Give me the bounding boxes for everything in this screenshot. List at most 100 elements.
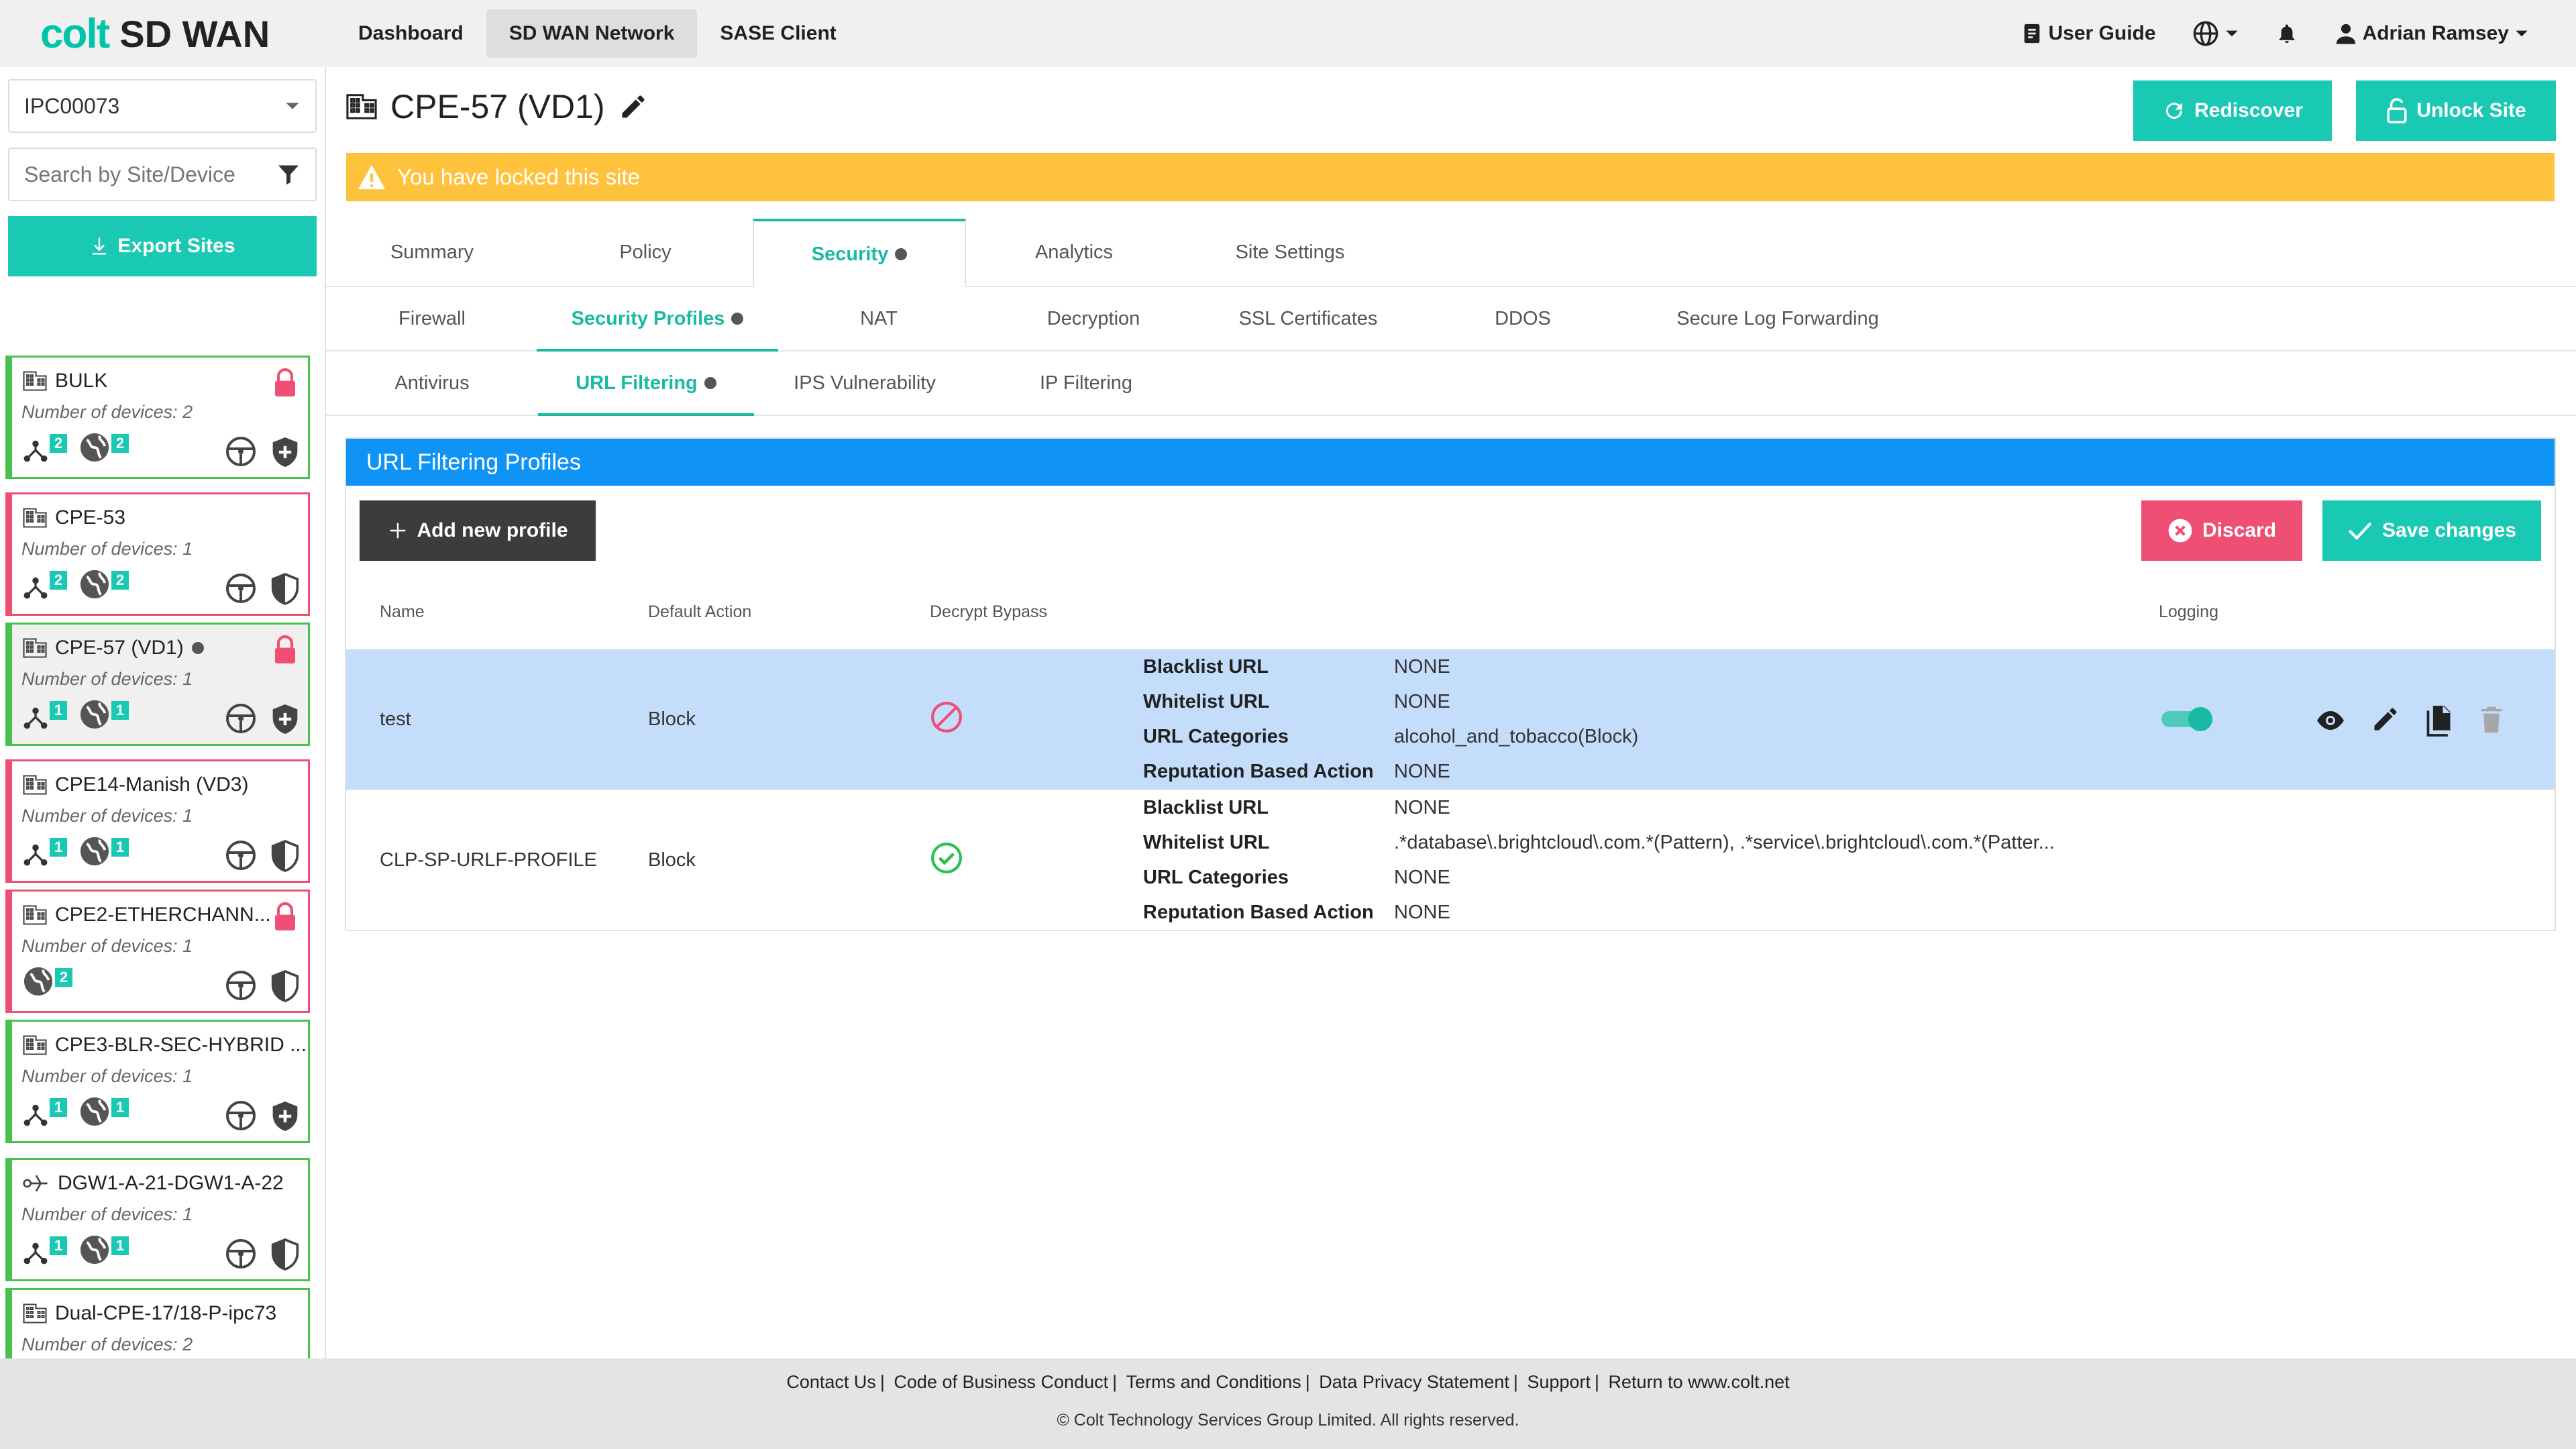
- site-card[interactable]: Dual-CPE-17/18-P-ipc73 Number of devices…: [5, 1288, 310, 1358]
- building-icon: [23, 775, 47, 795]
- nav-sd-wan-network[interactable]: SD WAN Network: [486, 9, 698, 58]
- gateway-icon: [23, 1175, 48, 1192]
- shield-plus-icon: [272, 1102, 298, 1131]
- table-row[interactable]: test Block Blacklist URL NONE Whitelist …: [346, 649, 2555, 790]
- site-status-icons: [225, 435, 300, 469]
- pencil-icon[interactable]: [2371, 704, 2400, 734]
- topology-stat: 1: [23, 1098, 67, 1132]
- building-icon: [23, 508, 47, 528]
- footer-link-conduct[interactable]: Code of Business Conduct: [890, 1372, 1112, 1392]
- customer-select[interactable]: IPC00073: [8, 79, 317, 133]
- categories-value: alcohol_and_tobacco(Block): [1394, 726, 1639, 747]
- tab-firewall[interactable]: Firewall: [326, 287, 538, 350]
- footer-link-support[interactable]: Support: [1523, 1372, 1595, 1392]
- site-card[interactable]: DGW1-A-21-DGW1-A-22 Number of devices: 1…: [5, 1158, 310, 1281]
- user-menu[interactable]: Adrian Ramsey: [2334, 22, 2529, 45]
- site-card[interactable]: BULK Number of devices: 2 2 2: [5, 356, 310, 479]
- footer-link-terms[interactable]: Terms and Conditions: [1122, 1372, 1305, 1392]
- tab-ddos[interactable]: DDOS: [1409, 287, 1637, 350]
- tab-security-profiles[interactable]: Security Profiles: [537, 287, 778, 352]
- discard-button[interactable]: Discard: [2141, 500, 2302, 561]
- tab-url-filtering[interactable]: URL Filtering: [538, 352, 754, 416]
- site-name-row: CPE14-Manish (VD3): [23, 773, 248, 796]
- globe-icon: [2193, 21, 2218, 46]
- site-stats: 1 1: [23, 699, 129, 735]
- tab-nat[interactable]: NAT: [778, 287, 979, 350]
- refresh-icon: [2166, 103, 2183, 119]
- add-profile-button[interactable]: Add new profile: [360, 500, 596, 561]
- caret-down-icon: [2516, 30, 2528, 37]
- check-icon: [2348, 522, 2372, 541]
- tab-ip-filtering[interactable]: IP Filtering: [975, 352, 1197, 415]
- column-header-decrypt-bypass[interactable]: Decrypt Bypass: [930, 602, 1047, 622]
- footer-link-colt[interactable]: Return to www.colt.net: [1605, 1372, 1794, 1392]
- internet-count-badge: 2: [111, 434, 129, 453]
- tab-antivirus[interactable]: Antivirus: [326, 352, 538, 415]
- user-guide-label: User Guide: [2048, 22, 2156, 44]
- unlock-site-button[interactable]: Unlock Site: [2356, 80, 2556, 141]
- tab-analytics[interactable]: Analytics: [966, 219, 1182, 286]
- internet-stat: 1: [79, 1096, 129, 1132]
- tab-policy[interactable]: Policy: [538, 219, 753, 286]
- profile-name: test: [380, 708, 411, 730]
- footer-link-privacy[interactable]: Data Privacy Statement: [1315, 1372, 1513, 1392]
- globe-icon: [80, 1235, 109, 1265]
- globe-icon: [80, 1097, 109, 1126]
- internet-count-badge: 2: [111, 571, 129, 590]
- tab-decryption[interactable]: Decryption: [979, 287, 1208, 350]
- modified-dot: [731, 313, 744, 325]
- tab-security[interactable]: Security: [753, 219, 966, 287]
- rediscover-button[interactable]: Rediscover: [2133, 80, 2332, 141]
- save-changes-button[interactable]: Save changes: [2322, 500, 2541, 561]
- tab-ssl-certificates[interactable]: SSL Certificates: [1208, 287, 1409, 350]
- site-search-input[interactable]: [24, 162, 266, 187]
- internet-count-badge: 2: [55, 968, 72, 987]
- column-header-default-action[interactable]: Default Action: [648, 602, 751, 622]
- site-status-icons: [225, 969, 300, 1003]
- tab-ips-vulnerability[interactable]: IPS Vulnerability: [754, 352, 975, 415]
- device-count: Number of devices: 1: [21, 1066, 193, 1086]
- site-sidebar: IPC00073 Export Sites BULK Number of dev…: [0, 67, 326, 1358]
- tab-summary[interactable]: Summary: [326, 219, 538, 286]
- column-header-logging[interactable]: Logging: [2159, 602, 2218, 622]
- table-row[interactable]: CLP-SP-URLF-PROFILE Block Blacklist URL …: [346, 790, 2555, 931]
- eye-icon[interactable]: [2314, 704, 2347, 737]
- site-title: CPE-57 (VD1): [390, 88, 605, 125]
- device-count: Number of devices: 2: [21, 1334, 193, 1354]
- row-actions: [2314, 704, 2505, 737]
- topology-icon: [23, 440, 48, 462]
- site-card[interactable]: CPE2-ETHERCHANN... Number of devices: 1 …: [5, 890, 310, 1013]
- language-selector[interactable]: [2192, 20, 2239, 47]
- notifications-button[interactable]: [2275, 20, 2298, 47]
- logging-toggle[interactable]: [2161, 707, 2212, 731]
- column-header-name[interactable]: Name: [380, 602, 425, 622]
- footer-link-contact[interactable]: Contact Us: [782, 1372, 880, 1392]
- site-card[interactable]: CPE-53 Number of devices: 1 2 2: [5, 492, 310, 616]
- nav-dashboard[interactable]: Dashboard: [335, 0, 486, 67]
- shield-half-icon: [271, 573, 299, 605]
- detail-key: Whitelist URL: [1143, 832, 1270, 853]
- topology-count-badge: 1: [50, 1098, 67, 1117]
- pencil-icon[interactable]: [619, 92, 648, 121]
- tab-secure-log-forwarding[interactable]: Secure Log Forwarding: [1637, 287, 1919, 350]
- user-guide-link[interactable]: User Guide: [2021, 21, 2156, 46]
- export-sites-button[interactable]: Export Sites: [8, 216, 317, 276]
- customer-select-value: IPC00073: [24, 93, 120, 118]
- filter-icon[interactable]: [276, 162, 301, 186]
- shield-plus-icon: [272, 704, 298, 734]
- modified-dot: [895, 248, 908, 260]
- copy-icon[interactable]: [2424, 704, 2454, 737]
- site-name: CPE14-Manish (VD3): [55, 773, 249, 796]
- site-status-icons: [225, 839, 300, 873]
- trash-icon[interactable]: [2478, 704, 2505, 734]
- caret-down-icon: [286, 103, 299, 109]
- site-card-selected[interactable]: CPE-57 (VD1) Number of devices: 1 1 1: [5, 623, 310, 746]
- colt-logo[interactable]: colt SD WAN: [40, 9, 270, 58]
- blacklist-value: NONE: [1394, 656, 1450, 678]
- tab-site-settings[interactable]: Site Settings: [1182, 219, 1398, 286]
- categories-value: NONE: [1394, 867, 1450, 888]
- site-card[interactable]: CPE14-Manish (VD3) Number of devices: 1 …: [5, 759, 310, 883]
- site-card[interactable]: CPE3-BLR-SEC-HYBRID ... Number of device…: [5, 1020, 310, 1143]
- nav-sase-client[interactable]: SASE Client: [697, 0, 859, 67]
- steering-wheel-icon: [226, 437, 256, 466]
